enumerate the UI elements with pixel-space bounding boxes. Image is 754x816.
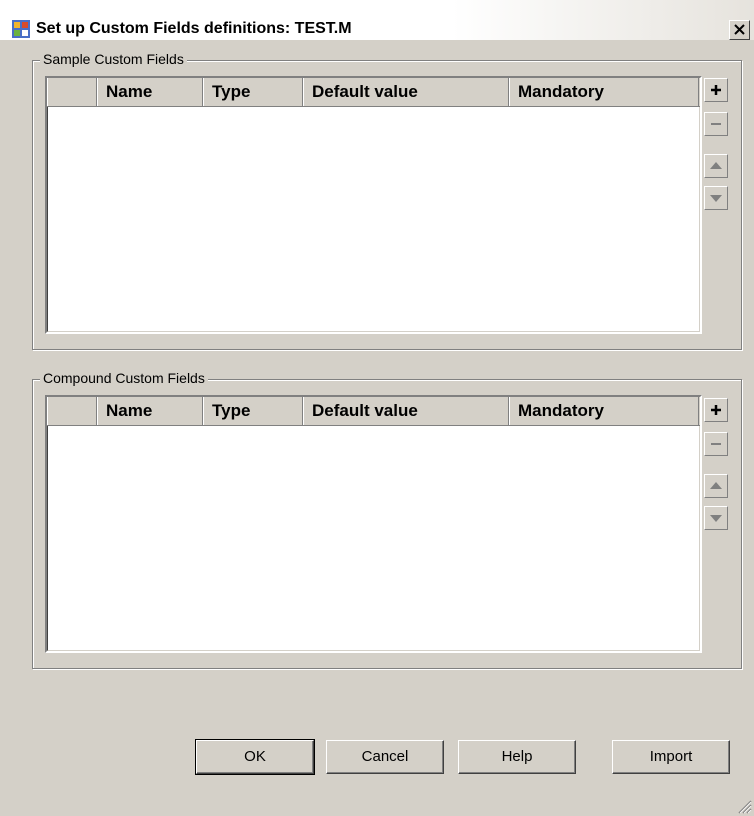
row-header-column (47, 397, 97, 425)
cancel-button[interactable]: Cancel (326, 740, 444, 774)
arrow-down-icon (710, 515, 722, 522)
plus-icon (711, 405, 721, 415)
column-header-name[interactable]: Name (97, 78, 203, 106)
grid-frame (47, 78, 700, 332)
move-up-compound-field-button[interactable] (704, 474, 728, 498)
column-header-mandatory[interactable]: Mandatory (509, 397, 699, 425)
move-up-sample-field-button[interactable] (704, 154, 728, 178)
column-header-type[interactable]: Type (203, 397, 303, 425)
remove-compound-field-button[interactable] (704, 432, 728, 456)
add-compound-field-button[interactable] (704, 398, 728, 422)
column-header-name[interactable]: Name (97, 397, 203, 425)
move-down-compound-field-button[interactable] (704, 506, 728, 530)
compound-group-label: Compound Custom Fields (40, 370, 208, 386)
column-header-mandatory[interactable]: Mandatory (509, 78, 699, 106)
resize-grip-icon[interactable] (734, 796, 752, 814)
move-down-sample-field-button[interactable] (704, 186, 728, 210)
grid-frame (47, 397, 700, 651)
arrow-down-icon (710, 195, 722, 202)
title-bar[interactable]: Set up Custom Fields definitions: TEST.M (0, 0, 754, 40)
remove-sample-field-button[interactable] (704, 112, 728, 136)
minus-icon (711, 123, 721, 125)
arrow-up-icon (710, 482, 722, 489)
sample-grid-header: Name Type Default value Mandatory (47, 78, 700, 107)
row-header-column (47, 78, 97, 106)
sample-group-label: Sample Custom Fields (40, 51, 187, 67)
custom-fields-dialog: Set up Custom Fields definitions: TEST.M… (0, 0, 754, 816)
ok-button[interactable]: OK (195, 739, 315, 775)
minus-icon (711, 443, 721, 445)
add-sample-field-button[interactable] (704, 78, 728, 102)
app-icon (12, 20, 30, 38)
compound-fields-grid[interactable]: Name Type Default value Mandatory (45, 395, 702, 653)
arrow-up-icon (710, 162, 722, 169)
window-title: Set up Custom Fields definitions: TEST.M (36, 20, 352, 37)
help-button[interactable]: Help (458, 740, 576, 774)
import-button[interactable]: Import (612, 740, 730, 774)
column-header-default-value[interactable]: Default value (303, 397, 509, 425)
sample-fields-grid[interactable]: Name Type Default value Mandatory (45, 76, 702, 334)
column-header-type[interactable]: Type (203, 78, 303, 106)
close-icon (734, 24, 745, 35)
close-button[interactable] (729, 20, 750, 40)
plus-icon (711, 85, 721, 95)
compound-grid-header: Name Type Default value Mandatory (47, 397, 700, 426)
column-header-default-value[interactable]: Default value (303, 78, 509, 106)
